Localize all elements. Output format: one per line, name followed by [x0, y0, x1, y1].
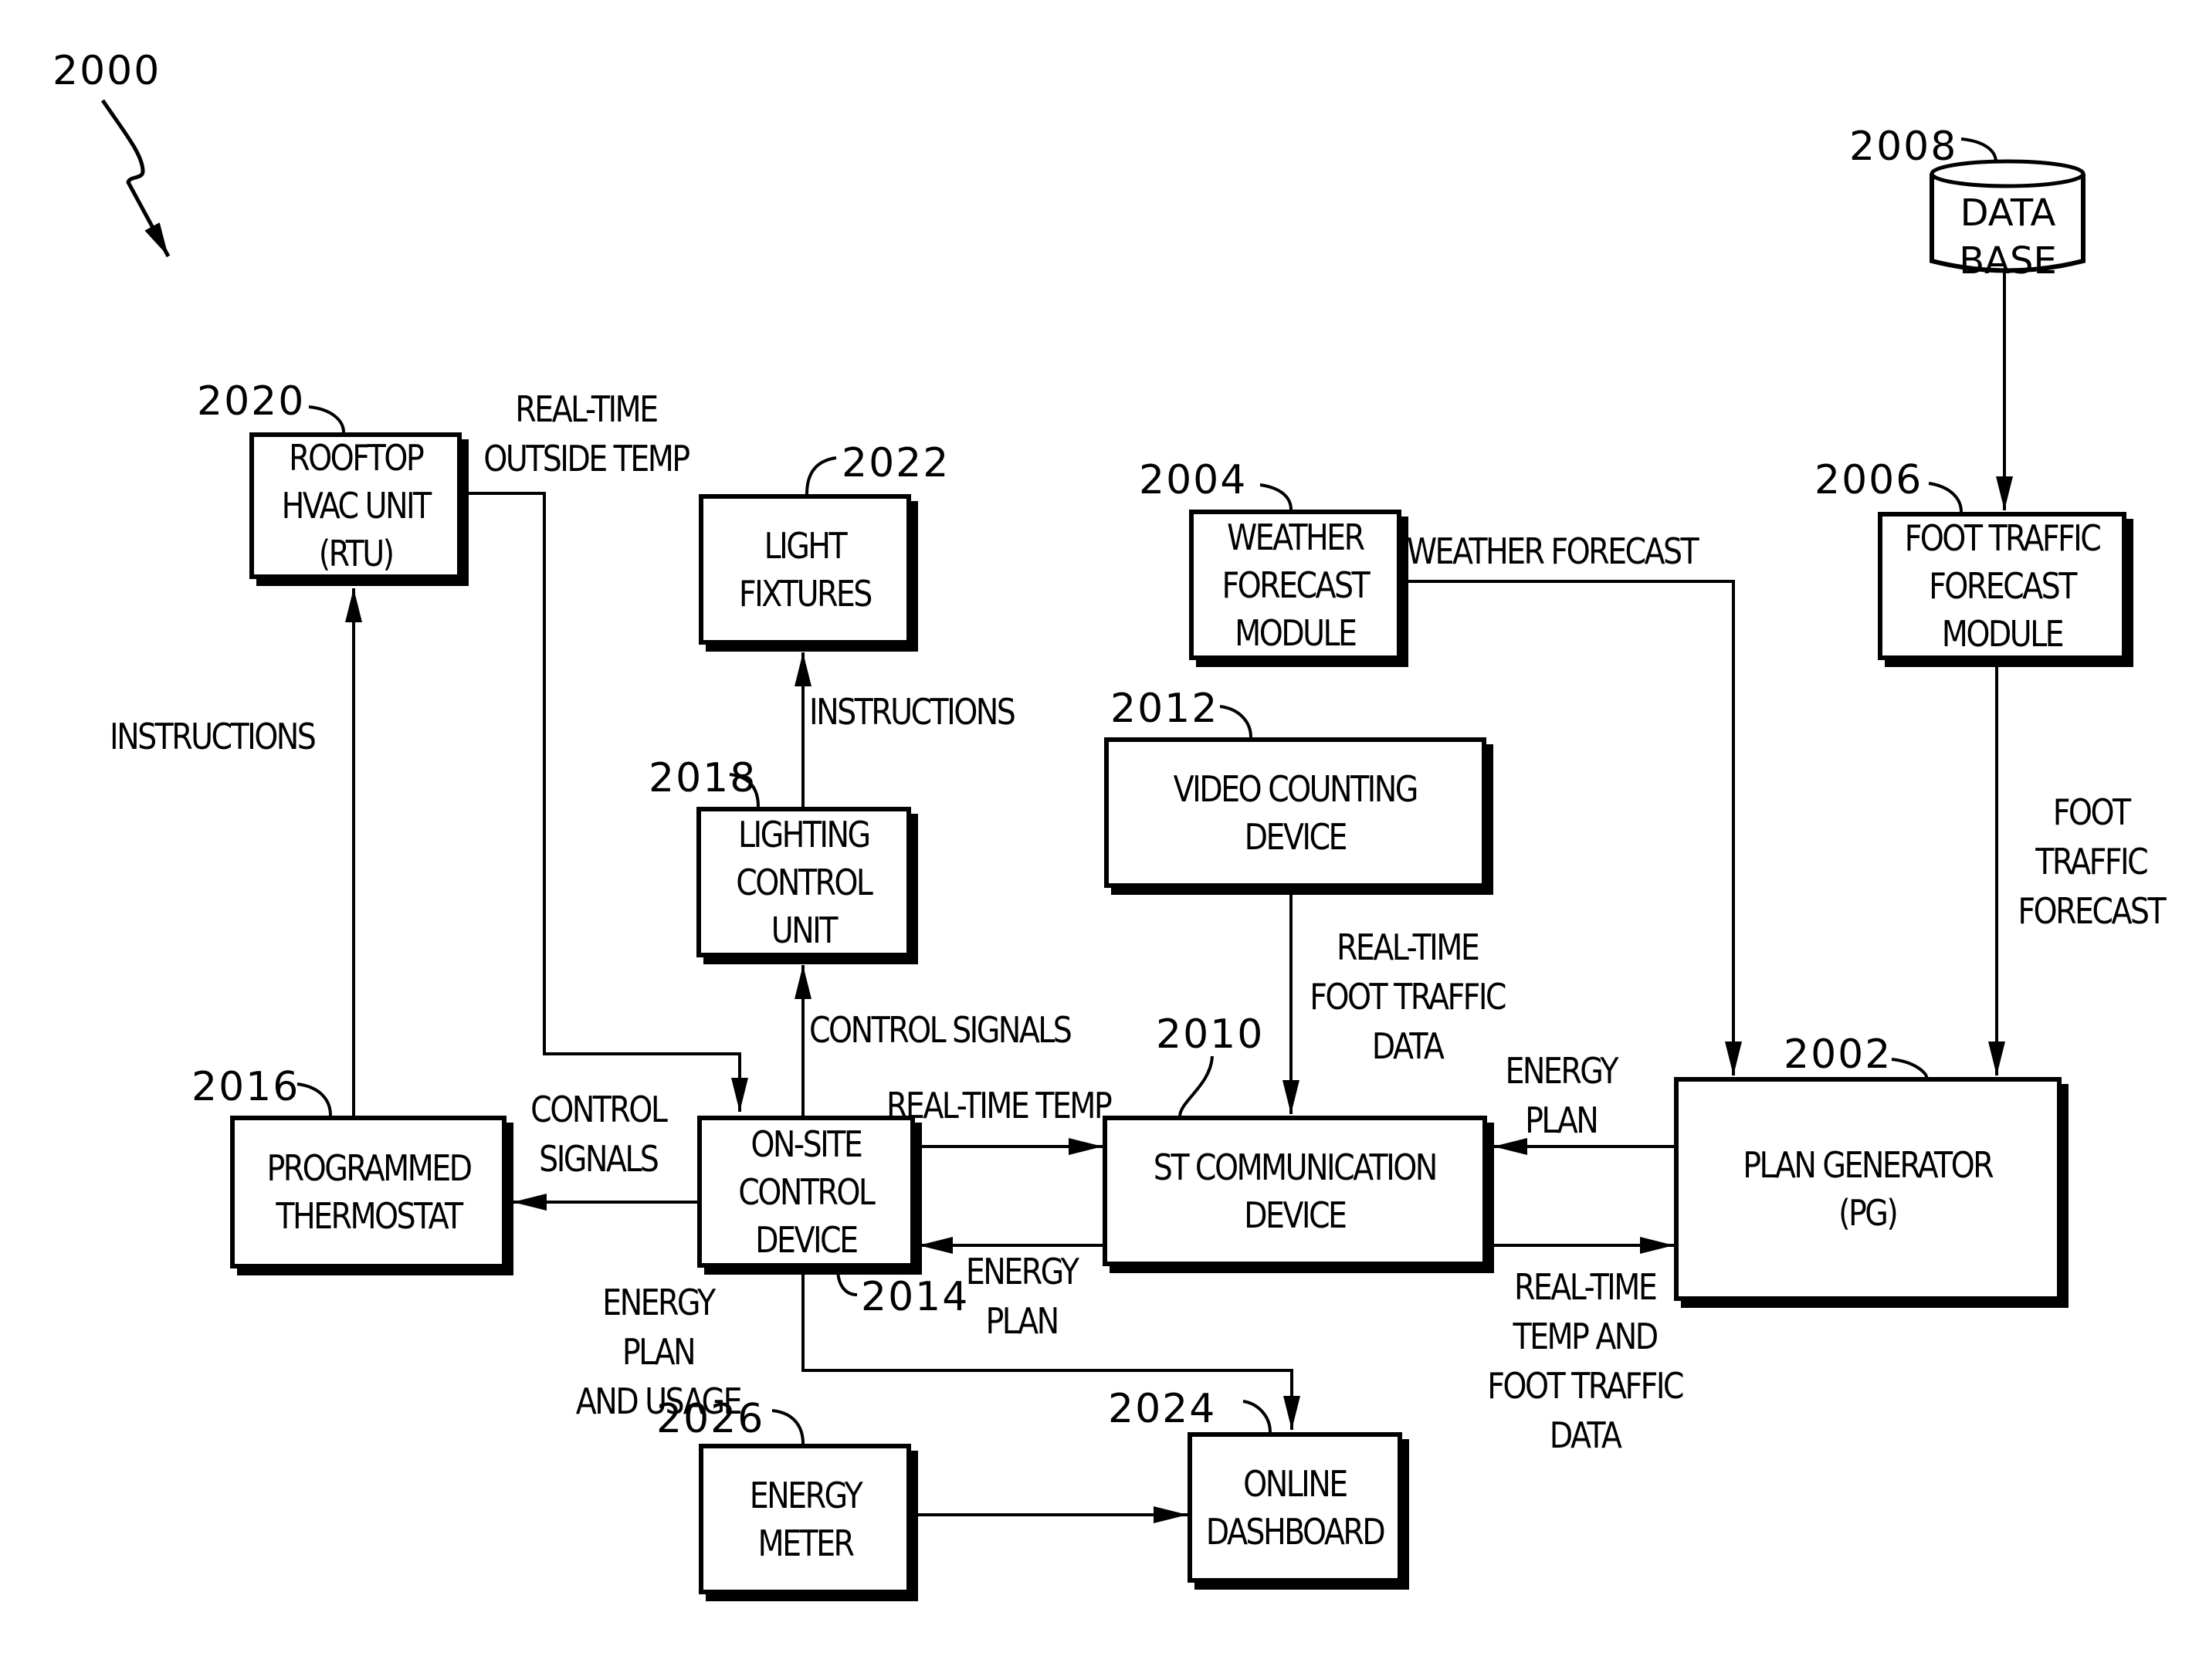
lighting-control-node[interactable]: LIGHTING CONTROL UNIT	[696, 807, 911, 957]
thermostat-label: PROGRAMMED THERMOSTAT	[266, 1147, 473, 1237]
leader-2010	[1178, 1055, 1214, 1116]
connector-layer	[100, 99, 2013, 1523]
weather-module-label: WEATHER FORECAST MODULE	[1221, 516, 1371, 654]
plan-generator-node[interactable]: PLAN GENERATOR (PG)	[1674, 1077, 2062, 1301]
leader-2006	[1928, 482, 1963, 513]
figure-pointer-arrow	[100, 99, 171, 258]
plan-generator-label: PLAN GENERATOR (PG)	[1743, 1144, 1994, 1234]
leader-2020	[308, 405, 345, 433]
ref-2010: 2010	[1156, 1011, 1265, 1058]
leader-2004	[1259, 483, 1293, 510]
leader-2016	[296, 1082, 332, 1116]
leader-2012	[1219, 705, 1252, 738]
flow-label-foot-traffic-to-pg: FOOT TRAFFIC FORECAST	[2018, 791, 2166, 932]
online-dashboard-label: ONLINE DASHBOARD	[1205, 1462, 1386, 1553]
ref-2018: 2018	[649, 755, 757, 801]
flow-label-st-to-pg: REAL-TIME TEMP AND FOOT TRAFFIC DATA	[1487, 1266, 1684, 1456]
flow-label-video-to-st: REAL-TIME FOOT TRAFFIC DATA	[1310, 926, 1506, 1067]
foot-traffic-module-node[interactable]: FOOT TRAFFIC FORECAST MODULE	[1878, 512, 2126, 660]
ref-2024: 2024	[1108, 1386, 1217, 1432]
light-fixtures-label: LIGHT FIXTURES	[739, 524, 872, 615]
leader-2002	[1891, 1058, 1928, 1078]
leader-2026	[771, 1409, 805, 1445]
flow-label-onsite-to-dashboard: ENERGY PLAN AND USAGE	[575, 1282, 743, 1422]
ref-2020: 2020	[197, 378, 306, 425]
ref-2014: 2014	[861, 1274, 970, 1320]
thermostat-node[interactable]: PROGRAMMED THERMOSTAT	[230, 1116, 507, 1268]
online-dashboard-node[interactable]: ONLINE DASHBOARD	[1188, 1432, 1402, 1583]
st-comm-node[interactable]: ST COMMUNICATION DEVICE	[1103, 1116, 1487, 1266]
onsite-control-label: ON-SITE CONTROL DEVICE	[738, 1123, 876, 1261]
ref-2004: 2004	[1139, 457, 1248, 503]
light-fixtures-node[interactable]: LIGHT FIXTURES	[699, 494, 911, 645]
flow-label-st-to-onsite: ENERGY PLAN	[965, 1251, 1079, 1342]
flow-label-onsite-to-thermostat: CONTROL SIGNALS	[530, 1089, 668, 1180]
flow-label-lcu-to-fixtures: INSTRUCTIONS	[809, 691, 1016, 733]
flow-label-thermostat-to-rtu: INSTRUCTIONS	[110, 716, 317, 757]
video-counting-node[interactable]: VIDEO COUNTING DEVICE	[1104, 737, 1486, 888]
leader-2022	[805, 456, 837, 495]
leader-2024	[1242, 1400, 1272, 1433]
onsite-control-node[interactable]: ON-SITE CONTROL DEVICE	[697, 1116, 915, 1268]
ref-2022: 2022	[842, 440, 950, 486]
flow-label-weather-to-pg: WEATHER FORECAST	[1407, 530, 1699, 572]
ref-2012: 2012	[1110, 686, 1219, 732]
ref-2016: 2016	[191, 1064, 300, 1110]
ref-2002: 2002	[1784, 1031, 1892, 1078]
rtu-label: ROOFTOP HVAC UNIT (RTU)	[281, 437, 432, 574]
weather-module-node[interactable]: WEATHER FORECAST MODULE	[1189, 510, 1401, 660]
figure-ref: 2000	[53, 48, 161, 94]
leader-2014	[836, 1268, 858, 1296]
st-comm-label: ST COMMUNICATION DEVICE	[1153, 1146, 1438, 1236]
lighting-control-label: LIGHTING CONTROL UNIT	[736, 813, 873, 951]
flow-label-onsite-to-lcu: CONTROL SIGNALS	[809, 1009, 1072, 1051]
energy-meter-label: ENERGY METER	[749, 1474, 862, 1564]
video-counting-label: VIDEO COUNTING DEVICE	[1173, 767, 1419, 858]
flow-label-onsite-to-st: REAL-TIME TEMP	[886, 1085, 1113, 1126]
database-label: DATA BASE	[1959, 191, 2057, 283]
flow-label-pg-to-st: ENERGY PLAN	[1505, 1050, 1618, 1141]
database-node[interactable]: DATA BASE	[1929, 158, 2087, 283]
rtu-node[interactable]: ROOFTOP HVAC UNIT (RTU)	[249, 432, 462, 579]
energy-meter-node[interactable]: ENERGY METER	[699, 1444, 911, 1594]
ref-2006: 2006	[1814, 457, 1923, 503]
foot-traffic-module-label: FOOT TRAFFIC FORECAST MODULE	[1904, 517, 2102, 655]
flow-label-rtu-outside-temp: REAL-TIME OUTSIDE TEMP	[483, 388, 690, 479]
